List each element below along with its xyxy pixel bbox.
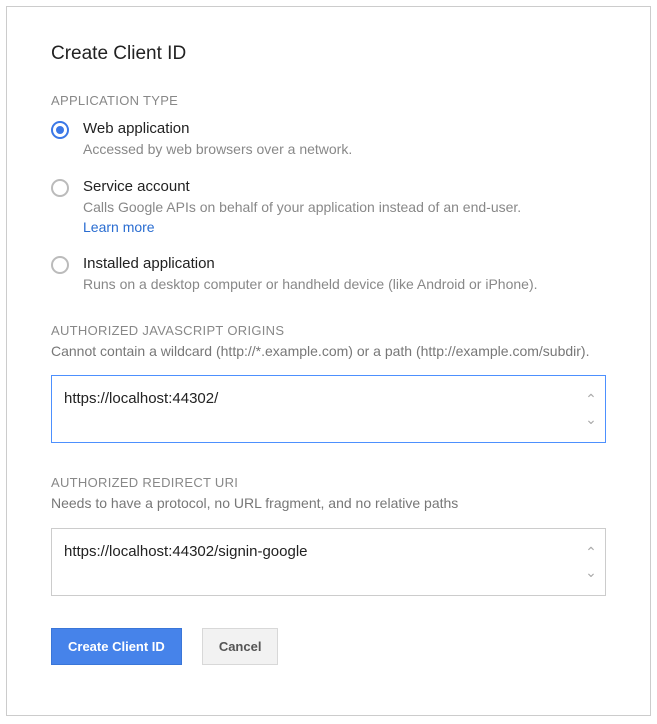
learn-more-link[interactable]: Learn more xyxy=(83,219,155,235)
chevron-down-icon[interactable]: ⌄ xyxy=(585,565,597,579)
redirect-uri-input[interactable] xyxy=(52,529,581,595)
chevron-down-icon[interactable]: ⌄ xyxy=(585,412,597,426)
radio-item-service-account: Service account Calls Google APIs on beh… xyxy=(51,178,606,238)
redirect-uri-label: AUTHORIZED REDIRECT URI xyxy=(51,475,606,490)
redirect-uri-help: Needs to have a protocol, no URL fragmen… xyxy=(51,494,606,514)
radio-title-installed-application[interactable]: Installed application xyxy=(83,255,606,272)
radio-desc: Calls Google APIs on behalf of your appl… xyxy=(83,198,606,218)
chevron-up-icon[interactable]: ⌃ xyxy=(585,545,597,559)
spinner: ⌃ ⌄ xyxy=(581,376,605,442)
spinner: ⌃ ⌄ xyxy=(581,529,605,595)
redirect-uri-field-wrap: ⌃ ⌄ xyxy=(51,528,606,596)
radio-desc: Runs on a desktop computer or handheld d… xyxy=(83,275,606,295)
radio-desc: Accessed by web browsers over a network. xyxy=(83,140,606,160)
js-origins-label: AUTHORIZED JAVASCRIPT ORIGINS xyxy=(51,323,606,338)
js-origins-field-wrap: ⌃ ⌄ xyxy=(51,375,606,443)
radio-item-installed-application: Installed application Runs on a desktop … xyxy=(51,255,606,295)
create-client-id-dialog: Create Client ID APPLICATION TYPE Web ap… xyxy=(6,6,651,716)
radio-item-web-application: Web application Accessed by web browsers… xyxy=(51,120,606,160)
js-origins-help: Cannot contain a wildcard (http://*.exam… xyxy=(51,342,606,362)
application-type-label: APPLICATION TYPE xyxy=(51,93,606,108)
radio-title-service-account[interactable]: Service account xyxy=(83,178,606,195)
radio-content: Service account Calls Google APIs on beh… xyxy=(83,178,606,238)
radio-installed-application[interactable] xyxy=(51,256,69,274)
radio-web-application[interactable] xyxy=(51,121,69,139)
radio-title-web-application[interactable]: Web application xyxy=(83,120,606,137)
radio-content: Installed application Runs on a desktop … xyxy=(83,255,606,295)
button-row: Create Client ID Cancel xyxy=(51,628,606,665)
create-client-id-button[interactable]: Create Client ID xyxy=(51,628,182,665)
application-type-group: Web application Accessed by web browsers… xyxy=(51,120,606,295)
radio-service-account[interactable] xyxy=(51,179,69,197)
radio-content: Web application Accessed by web browsers… xyxy=(83,120,606,160)
cancel-button[interactable]: Cancel xyxy=(202,628,279,665)
js-origins-input[interactable] xyxy=(52,376,581,442)
chevron-up-icon[interactable]: ⌃ xyxy=(585,392,597,406)
dialog-title: Create Client ID xyxy=(51,43,606,65)
